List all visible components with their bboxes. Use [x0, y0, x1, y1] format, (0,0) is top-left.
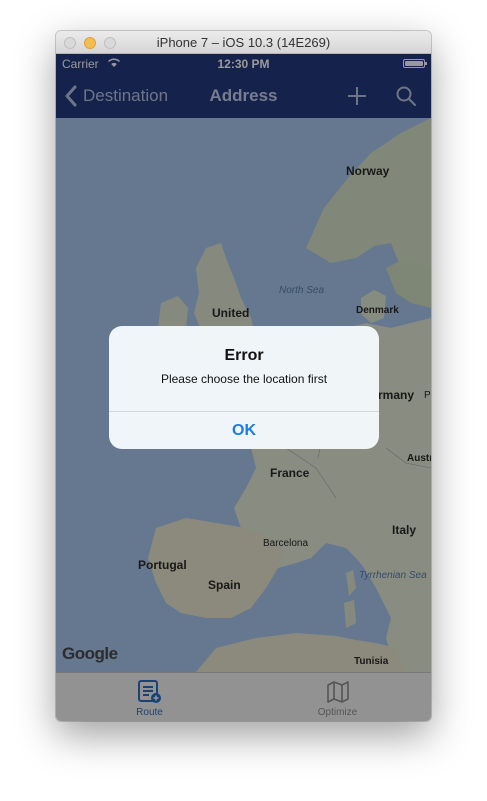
alert-title: Error: [224, 347, 264, 364]
simulator-window: iPhone 7 – iOS 10.3 (14E269) Carrier 12:…: [56, 31, 431, 721]
window-titlebar: iPhone 7 – iOS 10.3 (14E269): [56, 31, 431, 54]
alert-message: Please choose the location first: [160, 372, 328, 386]
window-title: iPhone 7 – iOS 10.3 (14E269): [156, 35, 331, 50]
device-screen: Carrier 12:30 PM Destination Address Nor…: [56, 54, 431, 721]
error-alert: Error Please choose the location first O…: [109, 326, 379, 449]
ok-button[interactable]: OK: [109, 411, 379, 450]
